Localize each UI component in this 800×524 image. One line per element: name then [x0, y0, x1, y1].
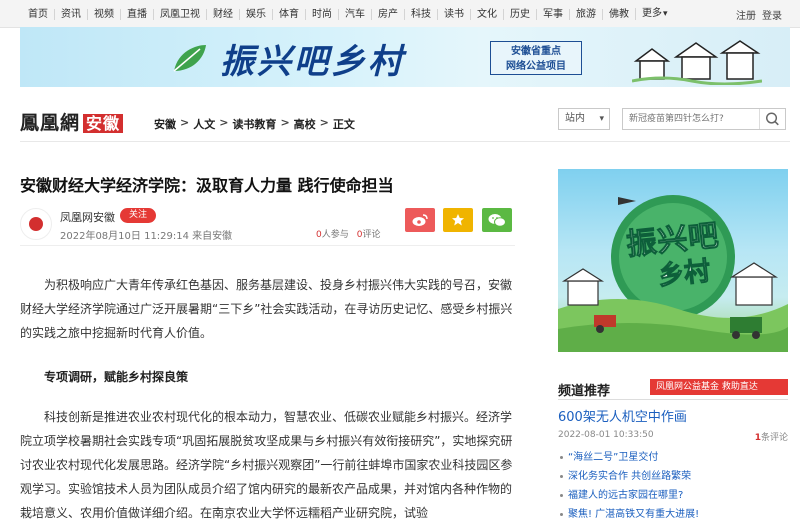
charity-fund-link[interactable]: 凤凰网公益基金 救助直达: [650, 379, 788, 395]
featured-comment-label: 条评论: [760, 433, 788, 443]
breadcrumb-separator: >: [280, 116, 290, 129]
breadcrumb-item-university[interactable]: 高校: [294, 116, 316, 132]
favorite-button[interactable]: [443, 208, 473, 232]
nav-link-news[interactable]: 资讯: [54, 8, 87, 20]
publish-date: 2022年08月10日 11:29:14 来自安徽: [60, 231, 233, 242]
nav-link-house[interactable]: 房产: [371, 8, 404, 20]
nav-link-finance[interactable]: 财经: [206, 8, 239, 20]
wechat-icon: [488, 214, 506, 227]
search-input[interactable]: [623, 109, 761, 129]
breadcrumb-item-current: 正文: [332, 118, 355, 131]
share-weibo-button[interactable]: [405, 208, 435, 232]
site-header: 鳳凰網 安徽 安徽 > 人文 > 读书教育 > 高校 > 正文 站内: [20, 104, 790, 142]
avatar-logo-icon: [29, 217, 43, 231]
weibo-icon: [412, 214, 428, 226]
nav-link-travel[interactable]: 旅游: [569, 8, 602, 20]
nav-link-buddhism[interactable]: 佛教: [602, 8, 635, 20]
login-link[interactable]: 登录: [762, 7, 782, 22]
nav-link-military[interactable]: 军事: [536, 8, 569, 20]
participants-label: 人参与: [321, 230, 349, 240]
site-logo[interactable]: 鳳凰網 安徽: [20, 108, 124, 135]
search-icon[interactable]: [759, 109, 785, 129]
breadcrumb-separator: >: [180, 116, 190, 129]
related-news-list: “海丝二号”卫星交付 深化务实合作 共创丝路繁荣 福建人的远古家园在哪里? 聚焦…: [558, 448, 788, 524]
banner-subtitle-line2: 网络公益项目: [506, 61, 566, 72]
breadcrumb-item-culture[interactable]: 人文: [193, 116, 215, 132]
promo-title-line2: 乡村: [656, 256, 712, 292]
search-scope-select[interactable]: 站内: [558, 108, 610, 130]
top-nav-links: 首页 资讯 视频 直播 凤凰卫视 财经 娱乐 体育 时尚 汽车 房产 科技 读书…: [22, 0, 674, 28]
nav-link-home[interactable]: 首页: [22, 9, 54, 20]
banner-ad[interactable]: 振兴吧乡村 安徽省重点 网络公益项目: [20, 27, 790, 87]
nav-link-tech[interactable]: 科技: [404, 8, 437, 20]
search-box: [622, 108, 786, 130]
village-illustration-icon: [632, 40, 762, 85]
top-nav: 首页 资讯 视频 直播 凤凰卫视 财经 娱乐 体育 时尚 汽车 房产 科技 读书…: [0, 0, 800, 28]
nav-link-sports[interactable]: 体育: [272, 8, 305, 20]
avatar[interactable]: [20, 208, 52, 240]
nav-link-fashion[interactable]: 时尚: [305, 8, 338, 20]
featured-news-title[interactable]: 600架无人机空中作画: [558, 406, 687, 425]
featured-news-meta: 2022-08-01 10:33:50 1条评论: [558, 430, 788, 443]
logo-region: 安徽: [83, 114, 124, 133]
featured-news-comments[interactable]: 1条评论: [755, 430, 788, 443]
article-meta: 凤凰网安徽 关注 2022年08月10日 11:29:14 来自安徽 0人参与 …: [20, 206, 515, 246]
banner-title: 振兴吧乡村: [220, 42, 405, 82]
featured-news-date: 2022-08-01 10:33:50: [558, 430, 654, 440]
nav-link-books[interactable]: 读书: [437, 8, 470, 20]
auth-links: 注册 登录: [736, 0, 782, 28]
article-title: 安徽财经大学经济学院：汲取育人力量 践行使命担当: [20, 176, 394, 195]
sidebar-promo-image[interactable]: 振兴吧 乡村: [558, 169, 788, 352]
breadcrumb: 安徽 > 人文 > 读书教育 > 高校 > 正文: [154, 116, 355, 132]
article-paragraph: 科技创新是推进农业农村现代化的根本动力，智慧农业、低碳农业赋能乡村振兴。经济学院…: [20, 410, 513, 520]
list-item[interactable]: 福建人的远古家园在哪里?: [558, 486, 788, 505]
article-subheading: 专项调研，赋能乡村探良策: [44, 370, 189, 384]
banner-subtitle-box: 安徽省重点 网络公益项目: [490, 41, 582, 75]
follow-button[interactable]: 关注: [120, 208, 156, 223]
share-wechat-button[interactable]: [482, 208, 512, 232]
comments-label: 评论: [362, 230, 381, 240]
breadcrumb-item-anhui[interactable]: 安徽: [154, 116, 176, 132]
leaf-icon: [173, 45, 206, 72]
nav-link-auto[interactable]: 汽车: [338, 8, 371, 20]
list-item[interactable]: 聚焦! 广湛高铁又有重大进展!: [558, 505, 788, 524]
star-icon: [452, 214, 464, 226]
nav-link-phoenix-tv[interactable]: 凤凰卫视: [153, 8, 206, 20]
signup-link[interactable]: 注册: [736, 7, 756, 22]
nav-link-video[interactable]: 视频: [87, 8, 120, 20]
participants-stat[interactable]: 0人参与: [316, 227, 349, 240]
author-name[interactable]: 凤凰网安徽: [60, 209, 115, 225]
channel-recommend-title: 频道推荐: [558, 384, 611, 399]
nav-link-live[interactable]: 直播: [120, 8, 153, 20]
logo-text: 鳳凰網: [20, 112, 81, 134]
list-item[interactable]: “海丝二号”卫星交付: [558, 448, 788, 467]
article-paragraph: 为积极响应广大青年传承红色基因、服务基层建设、投身乡村振兴伟大实践的号召，安徽财…: [20, 278, 513, 340]
comments-stat[interactable]: 0评论: [357, 227, 381, 240]
list-item[interactable]: 深化务实合作 共创丝路繁荣: [558, 467, 788, 486]
breadcrumb-separator: >: [219, 116, 229, 129]
banner-subtitle-line1: 安徽省重点: [511, 46, 561, 57]
nav-more-menu[interactable]: 更多: [635, 8, 674, 20]
channel-recommend-header: 频道推荐 凤凰网公益基金 救助直达: [558, 378, 788, 400]
article-stats: 0人参与 0评论: [316, 227, 381, 240]
breadcrumb-separator: >: [319, 116, 329, 129]
nav-link-entertainment[interactable]: 娱乐: [239, 8, 272, 20]
nav-link-history[interactable]: 历史: [503, 8, 536, 20]
nav-link-culture[interactable]: 文化: [470, 8, 503, 20]
breadcrumb-item-education[interactable]: 读书教育: [232, 116, 276, 132]
